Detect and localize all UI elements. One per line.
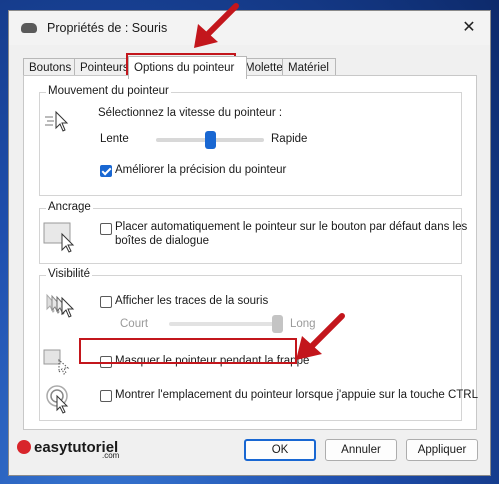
snap-to-icon xyxy=(43,222,75,253)
close-icon[interactable]: ✕ xyxy=(458,17,480,39)
speed-fast-label: Rapide xyxy=(271,133,308,145)
show-location-icon xyxy=(46,385,69,414)
group-snap: Ancrage Placer automatiquement le pointe… xyxy=(39,201,467,264)
precision-checkbox[interactable] xyxy=(100,165,112,177)
ok-button[interactable]: OK xyxy=(244,439,316,461)
apply-button[interactable]: Appliquer xyxy=(406,439,478,461)
cancel-button[interactable]: Annuler xyxy=(325,439,397,461)
tab-pointer-options[interactable]: Options du pointeur xyxy=(128,56,247,79)
mouse-icon xyxy=(21,23,37,33)
window-title: Propriétés de : Souris xyxy=(47,21,168,35)
trails-slider-thumb[interactable] xyxy=(271,315,283,333)
ctrl-location-label: Montrer l'emplacement du pointeur lorsqu… xyxy=(115,389,478,401)
trails-short-label: Court xyxy=(120,318,149,330)
red-arrow-to-tab-icon xyxy=(194,3,239,48)
group-motion-title: Mouvement du pointeur xyxy=(46,85,171,97)
hide-pointer-icon xyxy=(43,349,70,375)
precision-label: Améliorer la précision du pointeur xyxy=(115,164,287,176)
options-panel: Mouvement du pointeur Sélectionnez la vi… xyxy=(23,75,478,430)
ctrl-location-checkbox[interactable] xyxy=(100,390,112,402)
red-arrow-to-hide-option-icon xyxy=(296,313,345,360)
group-snap-title: Ancrage xyxy=(46,201,93,213)
trails-slider-track[interactable] xyxy=(169,322,277,326)
snap-label-line1: Placer automatiquement le pointeur sur l… xyxy=(115,221,468,233)
pointer-speed-icon xyxy=(45,110,69,132)
title-bar: Propriétés de : Souris ✕ xyxy=(9,11,490,45)
trails-label: Afficher les traces de la souris xyxy=(115,295,269,307)
speed-label: Sélectionnez la vitesse du pointeur : xyxy=(98,107,283,119)
watermark-suffix: .com xyxy=(102,451,120,460)
group-motion: Mouvement du pointeur Sélectionnez la vi… xyxy=(39,85,462,196)
mouse-properties-dialog: Propriétés de : Souris ✕ Boutons Pointeu… xyxy=(8,10,491,476)
watermark: easytutoriel .com xyxy=(14,434,144,463)
snap-label-line2: boîtes de dialogue xyxy=(115,235,209,247)
trails-checkbox[interactable] xyxy=(100,296,112,308)
snap-checkbox[interactable] xyxy=(100,223,112,235)
watermark-logo-icon xyxy=(17,440,31,454)
hide-option-highlight-box xyxy=(79,338,297,364)
group-visibility-title: Visibilité xyxy=(46,268,92,280)
speed-slider-thumb[interactable] xyxy=(204,131,216,149)
speed-slow-label: Lente xyxy=(100,133,129,145)
pointer-trails-icon xyxy=(46,293,75,318)
